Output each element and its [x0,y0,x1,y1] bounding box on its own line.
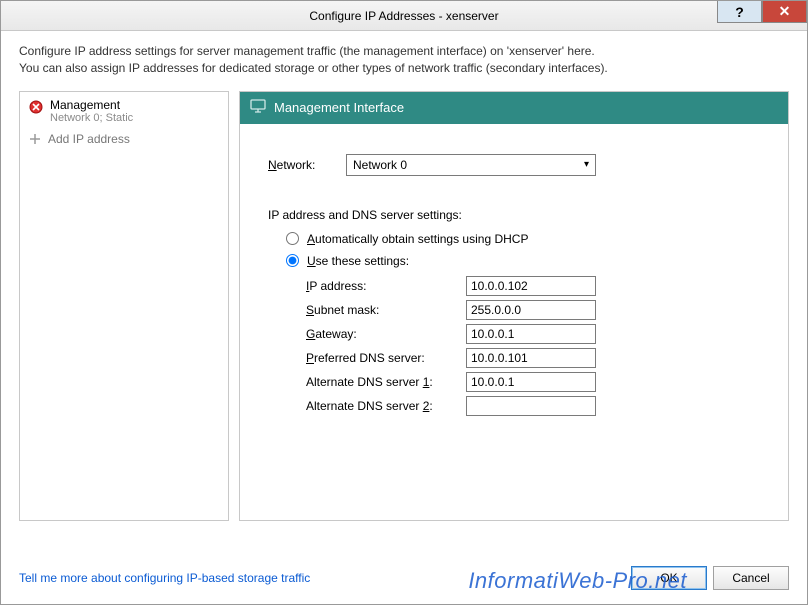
network-select[interactable]: Network 0 ▾ [346,154,596,176]
content-area: Management Network 0; Static Add IP addr… [1,91,807,521]
radio-static-label: Use these settings: [307,254,409,268]
network-select-value: Network 0 [353,158,407,172]
subnet-input[interactable] [466,300,596,320]
adns1-label: Alternate DNS server 1: [306,375,466,389]
adns2-label: Alternate DNS server 2: [306,399,466,413]
pane-header-title: Management Interface [274,100,404,115]
adns1-row: Alternate DNS server 1: [306,372,760,392]
adns1-input[interactable] [466,372,596,392]
interface-icon [250,98,266,117]
subnet-label: Subnet mask: [306,303,466,317]
ip-row: IP address: [306,276,760,296]
adns2-row: Alternate DNS server 2: [306,396,760,416]
footer-buttons: OK Cancel [631,566,789,590]
gateway-row: Gateway: [306,324,760,344]
sidebar-item-sublabel: Network 0; Static [50,112,133,124]
pane-header: Management Interface [240,92,788,124]
help-button[interactable]: ? [717,1,762,23]
titlebar: Configure IP Addresses - xenserver ? ✕ [1,1,807,31]
pane-body: Network: Network 0 ▾ IP address and DNS … [240,124,788,430]
radio-dhcp[interactable]: Automatically obtain settings using DHCP [286,232,760,246]
network-row: Network: Network 0 ▾ [268,154,760,176]
cancel-button[interactable]: Cancel [713,566,789,590]
subnet-row: Subnet mask: [306,300,760,320]
close-button[interactable]: ✕ [762,1,807,23]
pdns-input[interactable] [466,348,596,368]
static-fields: IP address: Subnet mask: Gateway: Prefer… [306,276,760,416]
gateway-input[interactable] [466,324,596,344]
sidebar-add-label: Add IP address [48,132,130,146]
sidebar-item-management[interactable]: Management Network 0; Static [20,96,228,126]
description-line1: Configure IP address settings for server… [19,43,789,60]
sidebar-item-label: Management [50,98,133,112]
adns2-input[interactable] [466,396,596,416]
network-label: Network: [268,158,332,172]
window-buttons: ? ✕ [717,1,807,23]
ip-label: IP address: [306,279,466,293]
help-link[interactable]: Tell me more about configuring IP-based … [19,571,310,585]
add-icon [28,132,42,146]
radio-dhcp-label: Automatically obtain settings using DHCP [307,232,528,246]
pdns-label: Preferred DNS server: [306,351,466,365]
window-title: Configure IP Addresses - xenserver [1,9,807,23]
radio-static[interactable]: Use these settings: [286,254,760,268]
ip-settings-label: IP address and DNS server settings: [268,208,760,222]
description-line2: You can also assign IP addresses for ded… [19,60,789,77]
interface-list: Management Network 0; Static Add IP addr… [19,91,229,521]
radio-dhcp-input[interactable] [286,232,299,245]
ok-button[interactable]: OK [631,566,707,590]
description-text: Configure IP address settings for server… [1,31,807,91]
sidebar-add-ip[interactable]: Add IP address [20,126,228,150]
radio-static-input[interactable] [286,254,299,267]
management-icon [28,99,44,115]
gateway-label: Gateway: [306,327,466,341]
ip-input[interactable] [466,276,596,296]
footer: Tell me more about configuring IP-based … [19,566,789,590]
main-pane: Management Interface Network: Network 0 … [239,91,789,521]
chevron-down-icon: ▾ [584,159,589,170]
pdns-row: Preferred DNS server: [306,348,760,368]
